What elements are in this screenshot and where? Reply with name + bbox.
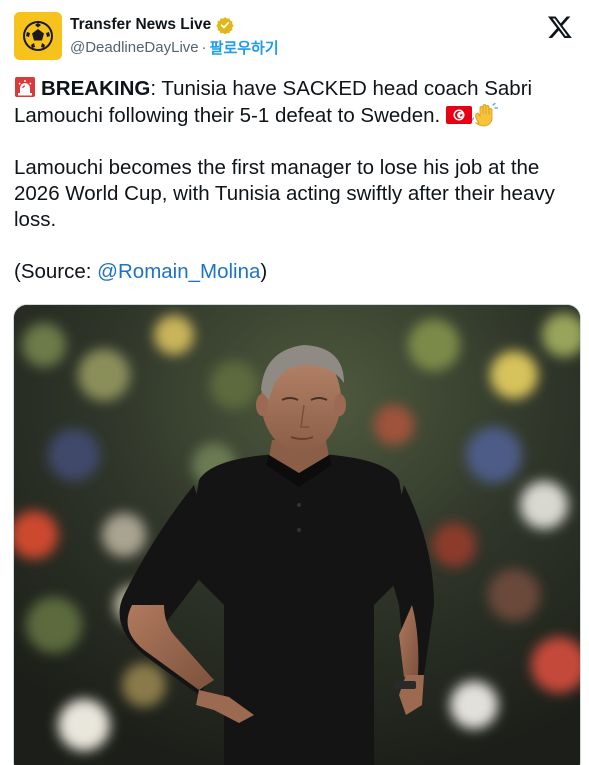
coach-photo: [14, 305, 580, 765]
x-logo-icon[interactable]: [547, 14, 573, 40]
source-mention-link[interactable]: @Romain_Molina: [97, 260, 260, 283]
tweet-paragraph-1: BREAKING: Tunisia have SACKED head coach…: [14, 76, 577, 129]
breaking-label: BREAKING: [41, 77, 151, 100]
tweet-card: Transfer News Live @DeadlineDayLive · 팔로…: [0, 0, 589, 765]
avatar[interactable]: [14, 12, 62, 60]
source-prefix: (Source:: [14, 260, 98, 283]
verified-badge-icon: [216, 17, 234, 34]
tunisia-flag-emoji: [446, 106, 473, 124]
source-suffix: ): [260, 260, 268, 283]
tweet-media-photo[interactable]: [13, 304, 581, 765]
account-names: Transfer News Live @DeadlineDayLive · 팔로…: [70, 14, 279, 58]
waving-hand-emoji: [472, 102, 499, 127]
football-icon: [14, 12, 62, 60]
tweet-text: BREAKING: Tunisia have SACKED head coach…: [14, 76, 577, 285]
handle-separator: ·: [201, 38, 207, 56]
follow-button[interactable]: 팔로우하기: [210, 37, 279, 58]
tweet-paragraph-2: Lamouchi becomes the first manager to lo…: [14, 156, 555, 231]
display-name[interactable]: Transfer News Live: [70, 16, 211, 34]
account-handle[interactable]: @DeadlineDayLive: [70, 39, 199, 56]
rotating-light-emoji: [15, 77, 35, 97]
tweet-source: (Source: @Romain_Molina): [14, 259, 577, 285]
tweet-header: Transfer News Live @DeadlineDayLive · 팔로…: [14, 10, 575, 64]
